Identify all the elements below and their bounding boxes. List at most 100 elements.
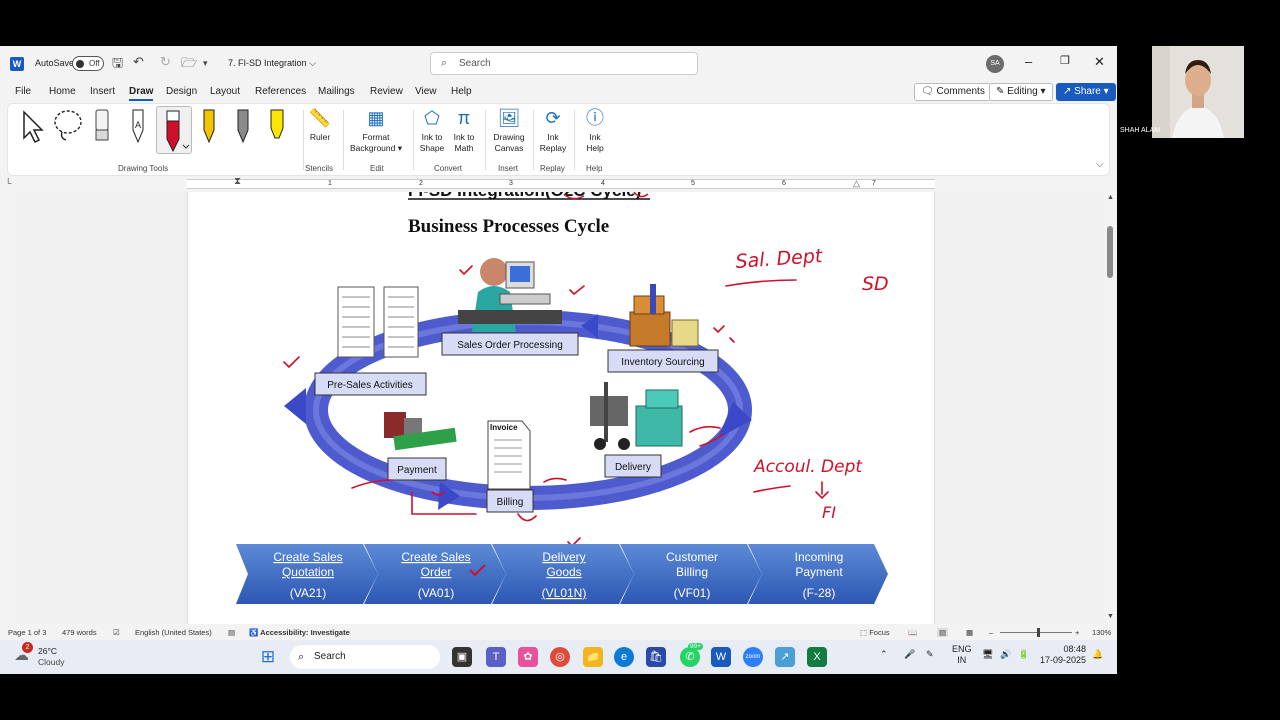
weather-temp[interactable]: 26°C [38,646,57,656]
ink-to-math-button[interactable]: π Ink to Math [450,106,478,154]
weather-desc[interactable]: Cloudy [38,657,64,667]
network-icon[interactable]: 🖥 [982,649,993,660]
predictions-icon[interactable]: ▤ [228,628,235,637]
microphone-icon[interactable]: 🎤 [904,649,915,660]
zoom-app-icon[interactable]: zoom [743,647,763,667]
tab-insert[interactable]: Insert [90,86,115,97]
select-arrow-icon[interactable] [18,108,44,144]
accessibility-status[interactable]: ♿ Accessibility: Investigate [249,628,350,637]
vertical-scrollbar[interactable]: ▲ ▼ [1104,192,1117,624]
help-icon: ⓘ [586,108,604,128]
step-line2: Payment [795,565,843,579]
battery-icon[interactable]: 🔋 [1018,649,1029,660]
zoom-level[interactable]: 130% [1092,628,1111,637]
taskbar-search-label: Search [314,651,346,662]
search-box[interactable]: ⌕ Search [430,52,698,75]
page-count[interactable]: Page 1 of 3 [8,628,46,637]
minimize-icon[interactable]: – [1025,54,1032,69]
drawing-canvas-button[interactable]: 🖼 Drawing Canvas [490,106,528,154]
editing-label: Editing [1007,86,1038,97]
language-status[interactable]: English (United States) [135,628,212,637]
copilot-icon[interactable]: ✿ [518,647,538,667]
undo-icon[interactable]: ↶ [133,54,144,70]
label-payment: Payment [387,457,447,481]
zoom-in-icon[interactable]: + [1075,628,1079,637]
notification-icon[interactable]: 🔔 [1092,649,1103,660]
windows-taskbar: ☁ 2 26°C Cloudy ⊞ ⌕ Search ▣ T ✿ ◎ 📁 e 🛍 … [0,640,1117,674]
pen-yellow-icon[interactable] [199,108,219,144]
indent-marker-left[interactable]: ⧗ [234,176,241,187]
pen-tray-icon[interactable]: ✎ [926,649,934,660]
pen-black-icon[interactable]: A [128,108,148,144]
ink-to-shape-button[interactable]: ⬠ Ink to Shape [418,106,446,154]
share-button[interactable]: ↗ Share ▾ [1056,83,1116,101]
highlighter-yellow-icon[interactable] [267,108,287,144]
tab-review[interactable]: Review [370,86,403,97]
avatar[interactable]: SA [986,55,1004,73]
ink-replay-button[interactable]: ⟳ Ink Replay [538,106,568,154]
scrollbar-thumb[interactable] [1107,226,1113,278]
open-folder-icon[interactable]: 🗁 [181,54,197,76]
comments-button[interactable]: 🗨 Comments [914,83,992,101]
eraser-icon[interactable] [92,108,112,144]
step-line1: Delivery [542,550,585,564]
zoom-slider-thumb[interactable] [1037,628,1040,637]
whatsapp-icon[interactable]: ✆ [680,647,700,667]
chrome-icon[interactable]: ◎ [550,647,570,667]
ruler-button[interactable]: 📏 Ruler [306,106,334,143]
tab-references[interactable]: References [255,86,306,97]
document-title[interactable]: 7. FI-SD Integration ⌵ [228,58,316,69]
lasso-select-icon[interactable] [52,108,84,144]
tab-view[interactable]: View [415,86,437,97]
task-view-icon[interactable]: ▣ [452,647,472,667]
document-page[interactable]: FI-SD Integration(O2C Cycle) Business Pr… [187,192,935,624]
show-hidden-icons[interactable]: ⌃ [880,649,888,660]
word-taskbar-icon[interactable]: W [711,647,731,667]
tab-help[interactable]: Help [451,86,472,97]
forklift-illustration [590,382,683,450]
redo-icon[interactable]: ↻ [160,54,171,70]
store-icon[interactable]: 🛍 [646,647,666,667]
tab-home[interactable]: Home [49,86,76,97]
read-mode-icon[interactable]: 📖 [908,628,917,637]
customize-toolbar-icon[interactable]: ▾ [203,58,208,69]
scroll-up-icon[interactable]: ▲ [1107,194,1114,201]
tab-file[interactable]: File [15,86,31,97]
scroll-down-icon[interactable]: ▼ [1107,613,1114,620]
excel-icon[interactable]: X [807,647,827,667]
proofing-icon[interactable]: ☑ [113,628,120,637]
autosave-toggle[interactable]: Off [72,56,104,71]
start-icon[interactable]: ⊞ [258,647,278,667]
app-icon[interactable]: ↗ [775,647,795,667]
ink-help-button[interactable]: ⓘ Ink Help [581,106,609,154]
print-layout-icon[interactable]: ▤ [937,628,949,637]
teams-icon[interactable]: T [486,647,506,667]
web-layout-icon[interactable]: ▦ [966,628,973,637]
pencil-grey-icon[interactable] [233,108,253,144]
word-count[interactable]: 479 words [62,628,97,637]
focus-button[interactable]: ⬚ Focus [860,628,890,637]
collapse-ribbon-icon[interactable]: ⌵ [1096,159,1104,170]
tab-draw[interactable]: Draw [129,86,154,101]
close-icon[interactable]: ✕ [1094,54,1105,70]
language-indicator[interactable]: ENG IN [952,644,972,666]
editing-button[interactable]: ✎ Editing ▾ [989,83,1053,101]
zoom-out-icon[interactable]: – [989,628,993,637]
tab-stop-icon[interactable]: └ [5,178,11,188]
lang-line-2: IN [957,655,967,665]
tab-layout[interactable]: Layout [210,86,240,97]
zoom-slider[interactable] [1000,632,1072,633]
clock[interactable]: 08:48 17-09-2025 [1040,644,1086,666]
edge-icon[interactable]: e [614,647,634,667]
tab-mailings[interactable]: Mailings [318,86,355,97]
taskbar-search[interactable]: ⌕ Search [290,645,440,669]
volume-icon[interactable]: 🔊 [1000,649,1011,660]
pen-red-selected[interactable] [156,106,192,154]
label-sales-order-processing: Sales Order Processing [441,332,579,356]
tab-design[interactable]: Design [166,86,197,97]
save-icon[interactable]: 🖫 [112,54,123,76]
indent-marker-right[interactable]: △ [853,178,860,189]
format-background-button[interactable]: ▦ Format Background ▾ [348,106,404,154]
file-explorer-icon[interactable]: 📁 [583,647,603,667]
restore-icon[interactable]: ❐ [1060,54,1070,67]
